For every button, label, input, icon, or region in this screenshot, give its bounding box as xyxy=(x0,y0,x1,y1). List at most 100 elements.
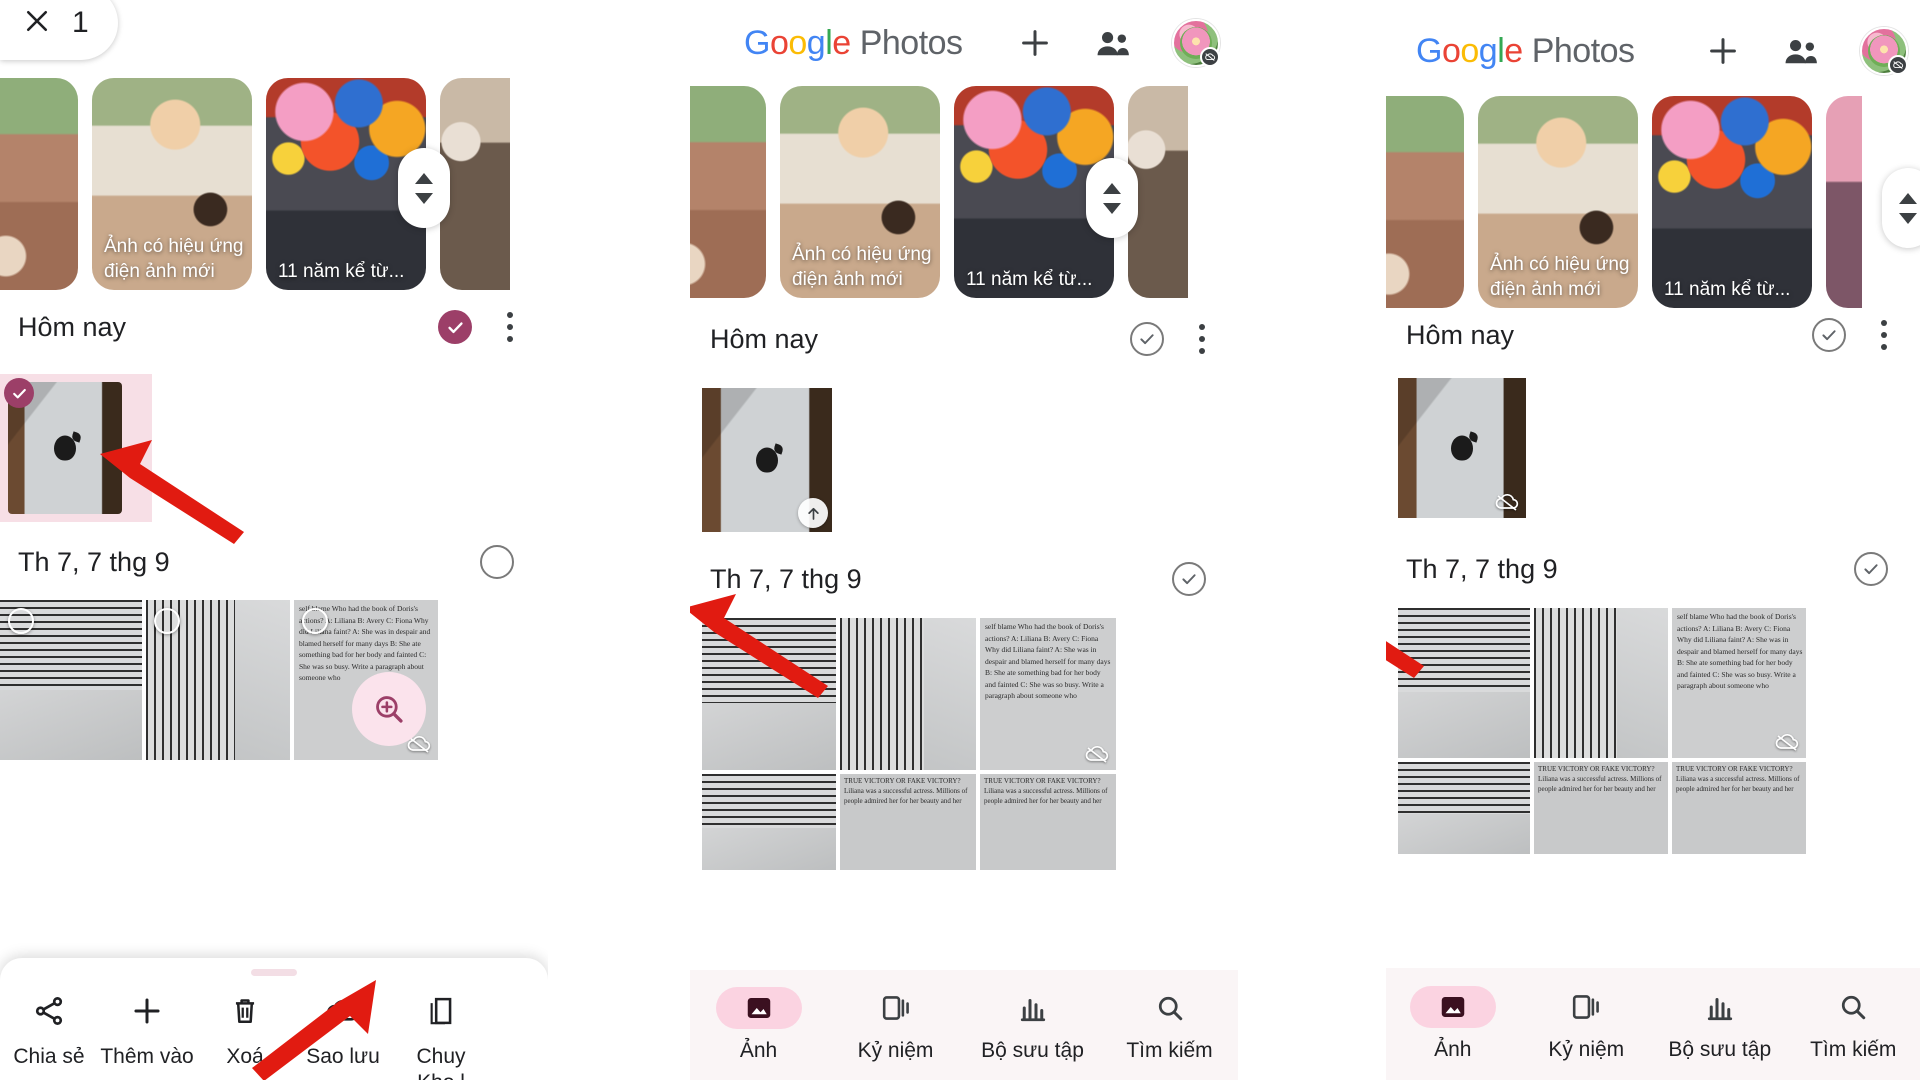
bottom-navigation: Ảnh Kỷ niệm Bộ sưu tập Tìm kiếm xyxy=(690,970,1238,1080)
annotation-arrow xyxy=(250,978,380,1080)
nav-item-search[interactable]: Tìm kiếm xyxy=(1101,987,1238,1063)
photo-select-circle[interactable] xyxy=(154,608,180,634)
add-button[interactable] xyxy=(1704,32,1742,70)
section-title: Hôm nay xyxy=(1406,319,1515,350)
header-actions xyxy=(1704,27,1908,75)
backup-paused-badge xyxy=(1200,47,1220,67)
memories-carousel[interactable]: nh đồng ới Ảnh có hiệu ứng điện ảnh mới … xyxy=(0,78,548,290)
close-icon[interactable] xyxy=(22,6,52,41)
nav-pill xyxy=(1810,986,1896,1028)
memory-card[interactable]: nh đồng ới xyxy=(1386,96,1464,308)
nav-item-memories[interactable]: Kỷ niệm xyxy=(827,987,964,1063)
memory-caption: Ảnh có hiệu ứng điện ảnh mới xyxy=(104,236,244,282)
cloud-off-icon xyxy=(1494,492,1520,512)
memory-card[interactable]: Ảnh có hiệu ứng điện ảnh mới xyxy=(780,86,940,298)
carousel-scroll-handle[interactable] xyxy=(1086,158,1138,238)
photo-select-circle[interactable] xyxy=(8,608,34,634)
photo-thumb[interactable]: TRUE VICTORY OR FAKE VICTORY? Liliana wa… xyxy=(980,774,1116,870)
panel-uploading-state: GooglePhotos nh đồng ới xyxy=(690,0,1238,1080)
zoom-magnifier-indicator xyxy=(352,672,426,746)
photo-thumb[interactable]: TRUE VICTORY OR FAKE VICTORY? Liliana wa… xyxy=(1534,762,1668,854)
photo-thumb[interactable]: TRUE VICTORY OR FAKE VICTORY? Liliana wa… xyxy=(840,774,976,870)
nav-label: Bộ sưu tập xyxy=(1668,1038,1772,1061)
date-title: Th 7, 7 thg 9 xyxy=(1406,553,1558,584)
app-header: Google Photos xyxy=(1386,8,1920,94)
memories-icon xyxy=(882,996,909,1020)
memory-card[interactable]: 11 năm kể từ... xyxy=(1652,96,1812,308)
date-title: Th 7, 7 thg 9 xyxy=(18,546,170,577)
sharing-button[interactable] xyxy=(1094,24,1132,62)
section-select-checkbox[interactable] xyxy=(438,310,472,344)
date-select-checkbox[interactable] xyxy=(1172,562,1206,596)
nav-item-memories[interactable]: Kỷ niệm xyxy=(1520,986,1654,1062)
photo-select-circle[interactable] xyxy=(302,608,328,634)
nav-item-collections[interactable]: Bộ sưu tập xyxy=(964,987,1101,1063)
avatar[interactable] xyxy=(1172,19,1220,67)
section-select-checkbox[interactable] xyxy=(1812,318,1846,352)
upload-progress-badge xyxy=(798,498,828,528)
chevron-up-icon xyxy=(1899,192,1917,204)
carousel-scroll-handle[interactable] xyxy=(398,148,450,228)
section-select-checkbox[interactable] xyxy=(1130,322,1164,356)
photo-thumb[interactable] xyxy=(840,618,976,770)
nav-item-photos[interactable]: Ảnh xyxy=(1386,986,1520,1062)
photo-icon xyxy=(1441,997,1464,1017)
nav-pill xyxy=(1677,986,1763,1028)
nav-pill xyxy=(715,987,802,1029)
nav-pill xyxy=(1127,987,1213,1029)
memories-carousel[interactable]: nh đồng ới Ảnh có hiệu ứng điện ảnh mới … xyxy=(1386,96,1920,308)
section-header-today: Hôm nay xyxy=(1386,318,1920,352)
memory-caption: nh đồng ới xyxy=(1386,277,1456,302)
memory-card[interactable]: Ảnh có hiệu ứng điện ảnh mới xyxy=(1478,96,1638,308)
cloud-off-icon xyxy=(110,734,136,754)
chevron-up-icon xyxy=(415,172,433,184)
memory-card[interactable] xyxy=(1826,96,1862,308)
nav-label: Kỷ niệm xyxy=(857,1039,934,1062)
document-photo-text: TRUE VICTORY OR FAKE VICTORY? Liliana wa… xyxy=(1538,765,1662,793)
memories-carousel[interactable]: nh đồng ới Ảnh có hiệu ứng điện ảnh mới … xyxy=(690,86,1238,298)
photo-grid-date-row2: TRUE VICTORY OR FAKE VICTORY? Liliana wa… xyxy=(1398,762,1806,854)
collections-icon xyxy=(1707,998,1732,1021)
photo-thumb[interactable]: TRUE VICTORY OR FAKE VICTORY? Liliana wa… xyxy=(1672,762,1806,854)
date-select-checkbox[interactable] xyxy=(1854,552,1888,586)
date-select-checkbox[interactable] xyxy=(480,545,514,579)
add-to-button[interactable]: Thêm vào xyxy=(98,994,196,1070)
photo-thumb[interactable]: self blame Who had the book of Doris's a… xyxy=(1672,608,1806,758)
memories-icon xyxy=(1573,995,1600,1019)
photo-thumb[interactable] xyxy=(0,600,142,760)
document-photo-text: TRUE VICTORY OR FAKE VICTORY? Liliana wa… xyxy=(844,777,968,805)
memory-card[interactable]: Ảnh có hiệu ứng điện ảnh mới xyxy=(92,78,252,290)
photo-thumb[interactable] xyxy=(146,600,290,760)
nav-item-photos[interactable]: Ảnh xyxy=(690,987,827,1063)
share-button[interactable]: Chia sẻ xyxy=(0,994,98,1070)
more-options-icon[interactable] xyxy=(506,312,514,342)
nav-item-collections[interactable]: Bộ sưu tập xyxy=(1653,986,1787,1062)
photo-thumb[interactable] xyxy=(1398,378,1526,518)
nav-label: Tìm kiếm xyxy=(1810,1038,1897,1061)
nav-label: Kỷ niệm xyxy=(1548,1038,1625,1061)
move-to-storage-button[interactable]: Chuy Kho l xyxy=(392,994,490,1080)
carousel-scroll-handle[interactable] xyxy=(1882,168,1920,248)
header-actions xyxy=(1016,19,1220,67)
photo-grid-date-row2: TRUE VICTORY OR FAKE VICTORY? Liliana wa… xyxy=(702,774,1116,870)
avatar[interactable] xyxy=(1860,27,1908,75)
memory-card[interactable]: nh đồng ới xyxy=(0,78,78,290)
photo-selected-checkbox[interactable] xyxy=(4,378,34,408)
photo-thumb[interactable] xyxy=(702,774,836,870)
photo-thumb[interactable]: self blame Who had the book of Doris's a… xyxy=(980,618,1116,770)
photo-thumb[interactable] xyxy=(1534,608,1668,758)
more-options-icon[interactable] xyxy=(1198,324,1206,354)
sharing-button[interactable] xyxy=(1782,32,1820,70)
sheet-drag-handle[interactable] xyxy=(251,969,297,976)
add-button[interactable] xyxy=(1016,24,1054,62)
cloud-off-icon xyxy=(1636,732,1662,752)
photo-thumb-uploading[interactable] xyxy=(702,388,832,532)
action-label: Chia sẻ xyxy=(13,1045,85,1068)
memory-card[interactable]: nh đồng ới xyxy=(690,86,766,298)
memory-card[interactable] xyxy=(440,78,510,290)
annotation-arrow xyxy=(690,590,830,700)
nav-item-search[interactable]: Tìm kiếm xyxy=(1787,986,1920,1062)
more-options-icon[interactable] xyxy=(1880,320,1888,350)
photo-thumb[interactable] xyxy=(1398,762,1530,854)
selection-close-chip[interactable]: 1 xyxy=(0,0,118,60)
